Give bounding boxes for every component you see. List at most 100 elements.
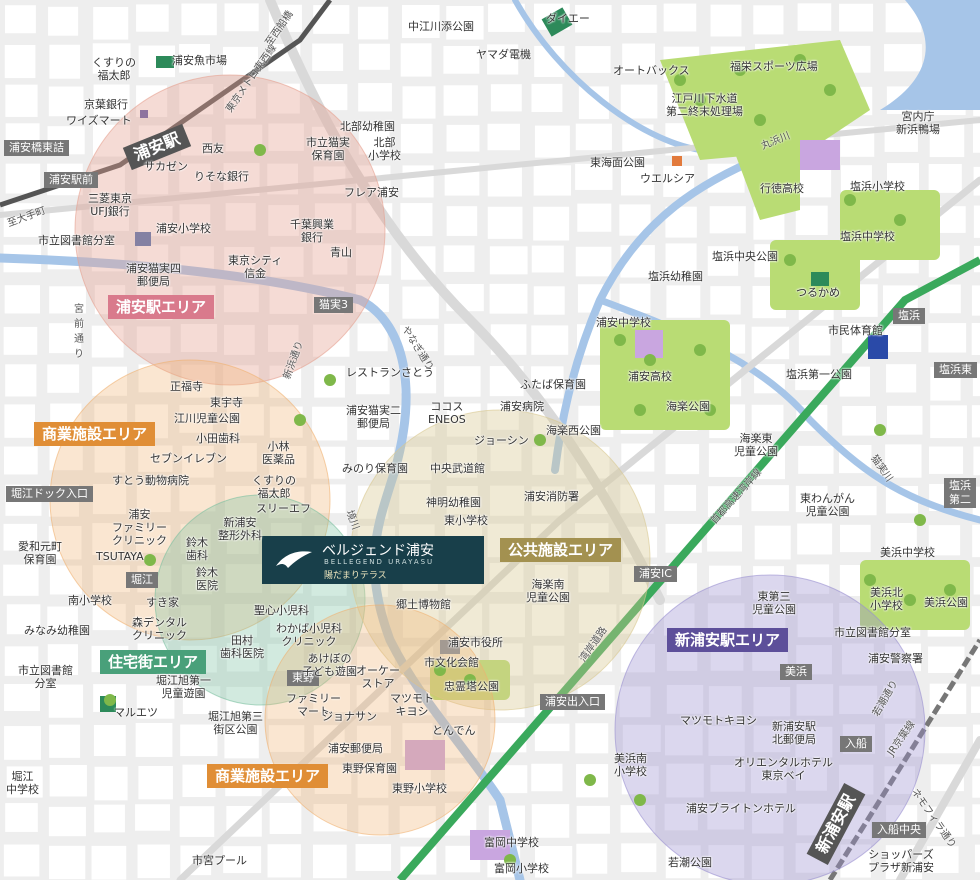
label-kusuri-1: くすりの 福太郎 — [92, 56, 136, 82]
label-gyotoku-high: 行徳高校 — [760, 182, 804, 195]
label-shinurayasu-surgery: 新浦安 整形外科 — [218, 516, 262, 542]
label-shiohama-chuo: 塩浜中央公園 — [712, 250, 778, 263]
label-daiei: ダイエー — [546, 12, 590, 25]
intersection-irifune-chuo: 入船中央 — [872, 822, 926, 838]
label-tamura-dental: 田村 歯科医院 — [220, 634, 264, 660]
label-tonden: とんでん — [432, 724, 476, 737]
intersection-urayasu-ic: 浦安IC — [634, 566, 677, 582]
label-oriental: オリエンタルホテル 東京ベイ — [734, 756, 833, 782]
tree-icon — [904, 594, 916, 606]
label-tomioka-jr: 富岡中学校 — [484, 836, 539, 849]
label-kunaicho: 宮内庁 新浜鴨場 — [896, 110, 940, 136]
label-city-hall: 浦安市役所 — [448, 636, 503, 649]
tree-icon — [914, 514, 926, 526]
label-seishin: 聖心小児科 — [254, 604, 309, 617]
label-nakaedo: 中江川添公園 — [408, 20, 474, 33]
tree-icon — [534, 434, 546, 446]
label-fire: 浦安消防署 — [524, 490, 579, 503]
label-hokubu-kinder: 北部幼稚園 — [340, 120, 395, 133]
label-tsutaya: TSUTAYA — [96, 550, 144, 563]
intersection-shiohama: 塩浜 — [893, 308, 925, 324]
label-chiba-kogyo: 千葉興業 銀行 — [290, 218, 334, 244]
label-yamada: ヤマダ電機 — [476, 48, 531, 61]
label-tsurukame: つるかめ — [796, 286, 840, 299]
label-matsumoto-2: マツモトキヨシ — [680, 714, 757, 727]
label-seiyu: 西友 — [202, 142, 224, 155]
label-shiohama-kinder: 塩浜幼稚園 — [648, 270, 703, 283]
tree-icon — [254, 144, 266, 156]
tree-icon — [644, 354, 656, 366]
intersection-mihama: 美浜 — [780, 664, 812, 680]
tree-icon — [694, 344, 706, 356]
label-shiohama-elem: 塩浜小学校 — [850, 180, 905, 193]
label-aoyama: 青山 — [330, 246, 352, 259]
label-minami-kinder: みなみ幼稚園 — [24, 624, 90, 637]
label-kairaku-higashi: 海楽東 児童公園 — [734, 432, 778, 458]
label-josin: ジョーシン — [474, 434, 529, 447]
tree-icon — [824, 84, 836, 96]
label-higashino-nursery: 東野保育園 — [342, 762, 397, 775]
tree-icon — [864, 574, 876, 586]
label-three-f: スリーエフ — [256, 502, 311, 515]
area-label-commercial-2: 商業施設エリア — [207, 764, 329, 788]
label-okay: オーケー ストア — [356, 664, 400, 690]
tree-icon — [324, 374, 336, 386]
tree-icon — [944, 584, 956, 596]
label-brighton: 浦安ブライトンホテル — [686, 802, 796, 815]
label-minori: みのり保育園 — [342, 462, 408, 475]
tree-icon — [894, 214, 906, 226]
label-kobayashi: 小林 医薬品 — [262, 440, 295, 466]
label-suzuki-clinic: 鈴木 医院 — [196, 566, 218, 592]
label-gym: 市民体育館 — [828, 324, 883, 337]
label-horie-jr: 堀江 中学校 — [6, 770, 39, 796]
label-chureito: 忠霊塔公園 — [444, 680, 499, 693]
label-egawa-park: 江川児童公園 — [174, 412, 240, 425]
label-higashi3: 東第三 児童公園 — [752, 590, 796, 616]
area-label-residential: 住宅街エリア — [100, 650, 207, 674]
label-cocos: ココス ENEOS — [428, 400, 466, 426]
label-hokubu-elem: 北部 小学校 — [368, 136, 401, 162]
label-tohoji: 東宇寺 — [210, 396, 243, 409]
intersection-irifune: 入船 — [840, 736, 872, 752]
label-shoppers: ショッパーズ プラザ新浦安 — [868, 848, 934, 874]
label-tokyo-city: 東京シティ 信金 — [228, 254, 283, 280]
area-label-shinurayasu: 新浦安駅エリア — [667, 628, 789, 652]
logo-leaf-icon — [276, 551, 312, 568]
label-library-shin: 市立図書館分室 — [834, 626, 911, 639]
label-kairaku-park: 海楽公園 — [666, 400, 710, 413]
tree-icon — [844, 194, 856, 206]
label-nekozane4-post: 浦安猫実四 郵便局 — [126, 262, 181, 288]
label-sewage: 江戸川下水道 第二終末処理場 — [666, 92, 743, 118]
label-mori-dental: 森デンタル クリニック — [132, 616, 187, 642]
intersection-urayasu-hashizume: 浦安橋東詰 — [4, 140, 69, 156]
label-suzuki-dental: 鈴木 歯科 — [186, 536, 208, 562]
label-wizmart: ワイズマート — [66, 114, 132, 127]
tree-icon — [614, 334, 626, 346]
label-welcia: ウエルシア — [640, 172, 695, 185]
label-uoichiba: 浦安魚市場 — [172, 54, 227, 67]
label-mihama-jr: 美浜中学校 — [880, 546, 935, 559]
label-library-bunshitsu: 市立図書館分室 — [38, 234, 115, 247]
brand-roman: BELLEGEND URAYASU — [324, 558, 435, 566]
label-suto: すとう動物病院 — [112, 474, 189, 487]
tree-icon — [874, 424, 886, 436]
label-seven: セブンイレブン — [150, 452, 227, 465]
label-minami-elem: 南小学校 — [68, 594, 112, 607]
label-horie-asahi3: 堀江旭第三 街区公園 — [208, 710, 263, 736]
intersection-nekozane3: 猫実3 — [314, 297, 353, 313]
tree-icon — [754, 114, 766, 126]
label-keiyo-bank: 京葉銀行 — [84, 98, 128, 111]
label-futaba: ふたば保育園 — [520, 378, 586, 391]
label-fukuei: 福栄スポーツ広場 — [730, 60, 818, 73]
intersection-shiohama-higashi: 塩浜東 — [934, 362, 977, 378]
intersection-horie-dock: 堀江ドック入口 — [6, 486, 93, 502]
tree-icon — [634, 404, 646, 416]
label-mihama-kita: 美浜北 小学校 — [870, 586, 903, 612]
label-kairaku-nishi: 海楽西公園 — [546, 424, 601, 437]
label-oda-dental: 小田歯科 — [196, 432, 240, 445]
label-tokai-park: 東海面公園 — [590, 156, 645, 169]
label-maruetsu: マルエツ — [114, 706, 158, 719]
label-sazen: サカゼン — [144, 160, 188, 173]
label-higashi-elem: 東小学校 — [444, 514, 488, 527]
intersection-urayasu-ekimae: 浦安駅前 — [44, 172, 98, 188]
